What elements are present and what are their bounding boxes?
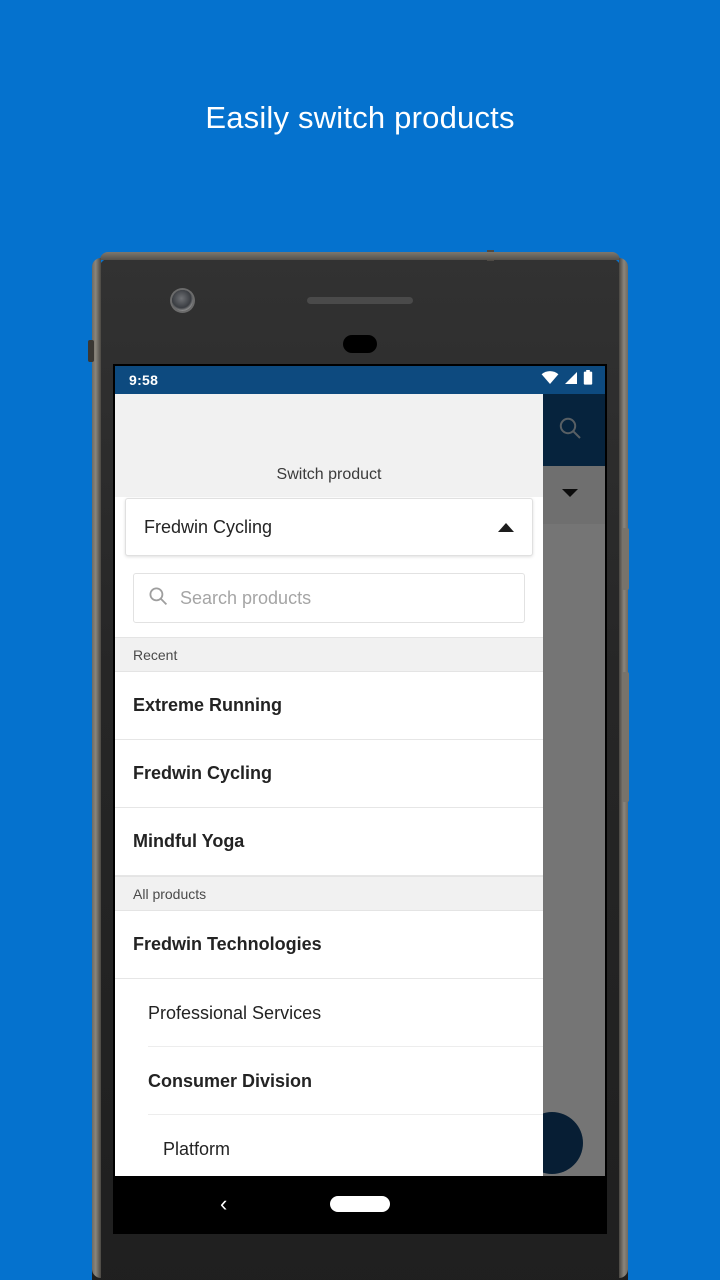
proximity-sensor <box>343 335 377 353</box>
phone-rim-left <box>92 258 101 1278</box>
earpiece-speaker <box>307 297 413 304</box>
front-camera-icon <box>172 290 193 311</box>
switch-product-sheet: Switch product Fredwin Cycling Search pr… <box>115 394 543 1232</box>
battery-icon <box>583 370 593 390</box>
product-group-header: All products <box>115 876 543 911</box>
back-button[interactable]: ‹ <box>220 1193 227 1215</box>
search-container: Search products <box>115 557 543 637</box>
list-item[interactable]: Professional Services <box>115 979 543 1047</box>
search-icon <box>148 586 168 611</box>
status-clock: 9:58 <box>129 372 159 388</box>
product-groups: Recent Extreme Running Fredwin Cycling Mind… <box>115 637 543 1183</box>
wifi-icon <box>541 370 559 390</box>
status-icons <box>541 370 593 390</box>
power-button[interactable] <box>622 672 629 802</box>
caret-up-icon[interactable] <box>498 522 514 532</box>
promo-headline: Easily switch products <box>205 100 515 135</box>
search-input[interactable]: Search products <box>180 588 311 609</box>
cellular-signal-icon <box>564 371 578 390</box>
phone-rim-top <box>100 252 620 260</box>
product-group-header: Recent <box>115 637 543 672</box>
page-title: Switch product <box>276 466 382 483</box>
android-nav-bar: ‹ <box>115 1176 605 1232</box>
list-item[interactable]: Mindful Yoga <box>115 808 543 876</box>
search-products-field[interactable]: Search products <box>133 573 525 623</box>
status-bar: 9:58 <box>115 366 605 394</box>
list-item[interactable]: Platform <box>115 1115 543 1183</box>
product-selector[interactable]: Fredwin Cycling <box>125 498 533 556</box>
volume-button[interactable] <box>622 528 629 590</box>
phone-screen: 9:58 Switch product Fredwin Cycling Sear… <box>115 366 605 1232</box>
list-item[interactable]: Fredwin Cycling <box>115 740 543 808</box>
list-item[interactable]: Fredwin Technologies <box>115 911 543 979</box>
sheet-header: Switch product <box>115 394 543 497</box>
home-pill-button[interactable] <box>330 1196 390 1212</box>
sim-tray <box>88 340 94 362</box>
list-item[interactable]: Extreme Running <box>115 672 543 740</box>
selected-product-label: Fredwin Cycling <box>144 516 273 537</box>
list-item[interactable]: Consumer Division <box>115 1047 543 1115</box>
product-list-scroll[interactable]: Search products Recent Extreme Running Fre… <box>115 557 543 1232</box>
